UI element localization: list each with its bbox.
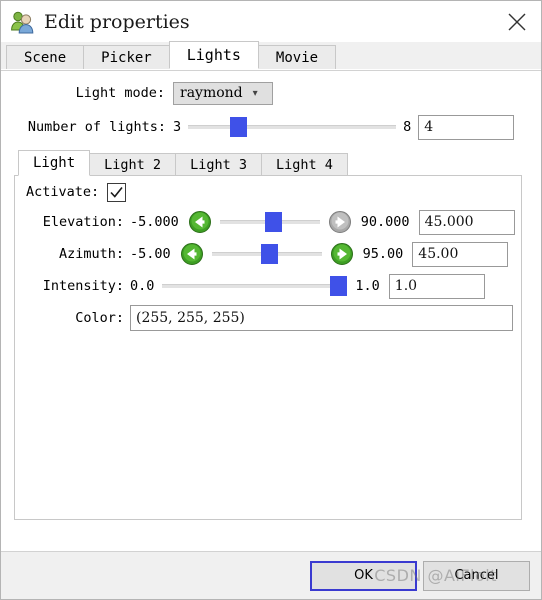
light-mode-label: Light mode: [75, 85, 165, 101]
azimuth-decrement-arrow-left-circle-icon[interactable] [180, 242, 204, 266]
slider-thumb[interactable] [330, 276, 348, 296]
number-of-lights-min: 3 [173, 119, 182, 135]
close-icon[interactable] [503, 9, 531, 35]
color-input[interactable]: (255, 255, 255) [130, 305, 513, 331]
checkmark-icon [110, 186, 123, 198]
tab-light-2[interactable]: Light 2 [89, 153, 177, 176]
elevation-slider[interactable] [219, 212, 320, 232]
title-bar: Edit properties [1, 1, 541, 42]
azimuth-max: 95.00 [362, 246, 404, 262]
activate-label: Activate: [26, 184, 100, 200]
number-of-lights-slider[interactable] [188, 117, 397, 137]
number-of-lights-max: 8 [403, 119, 412, 135]
edit-properties-dialog: Edit properties Scene Picker Lights Movi… [0, 0, 542, 600]
elevation-input[interactable]: 45.000 [418, 209, 515, 235]
tab-light-1[interactable]: Light [18, 150, 91, 176]
cancel-button[interactable]: Cancel [423, 560, 530, 591]
intensity-label: Intensity: [42, 278, 124, 294]
azimuth-slider[interactable] [211, 244, 322, 264]
azimuth-input[interactable]: 45.00 [412, 241, 509, 267]
slider-track [162, 284, 348, 288]
number-of-lights-row: Number of lights: 3 8 4 [1, 113, 541, 141]
tab-light-3[interactable]: Light 3 [175, 153, 262, 176]
elevation-row: Elevation: -5.000 90.000 45.000 [15, 206, 521, 238]
elevation-decrement-arrow-left-circle-icon[interactable] [188, 210, 212, 234]
main-tab-bar: Scene Picker Lights Movie [1, 41, 541, 70]
intensity-row: Intensity: 0.0 1.0 1.0 [15, 270, 521, 302]
activate-checkbox[interactable] [107, 182, 127, 202]
slider-thumb[interactable] [261, 244, 279, 264]
light-mode-row: Light mode: raymond ▾ [1, 79, 541, 107]
color-row: Color: (255, 255, 255) [15, 302, 521, 334]
slider-thumb[interactable] [229, 117, 247, 137]
elevation-increment-arrow-right-circle-icon[interactable] [328, 210, 352, 234]
elevation-min: -5.000 [130, 214, 179, 230]
slider-thumb[interactable] [264, 212, 282, 232]
intensity-input[interactable]: 1.0 [388, 273, 485, 299]
elevation-max: 90.000 [360, 214, 410, 230]
number-of-lights-label: Number of lights: [27, 119, 166, 135]
activate-row: Activate: [15, 178, 521, 206]
azimuth-label: Azimuth: [58, 246, 124, 262]
tab-movie[interactable]: Movie [257, 45, 337, 69]
chevron-down-icon: ▾ [252, 87, 258, 99]
light-tab-bar: Light Light 2 Light 3 Light 4 [14, 150, 522, 176]
intensity-min: 0.0 [130, 278, 155, 294]
azimuth-increment-arrow-right-circle-icon[interactable] [330, 242, 354, 266]
azimuth-min: -5.00 [130, 246, 171, 262]
number-of-lights-input[interactable]: 4 [418, 114, 515, 140]
window-title: Edit properties [44, 10, 190, 33]
intensity-max: 1.0 [355, 278, 380, 294]
azimuth-value: 45.00 [418, 246, 459, 262]
light-1-panel: Activate: Elevation: -5.000 90.000 45.00… [14, 175, 522, 520]
slider-track [188, 125, 397, 129]
azimuth-row: Azimuth: -5.00 95.00 45.00 [15, 238, 521, 270]
number-of-lights-value: 4 [424, 119, 434, 135]
users-icon [10, 10, 36, 34]
intensity-slider[interactable] [162, 276, 348, 296]
light-tabs-container: Light Light 2 Light 3 Light 4 Activate: [14, 150, 522, 520]
intensity-value: 1.0 [394, 278, 418, 294]
tab-scene[interactable]: Scene [6, 45, 85, 69]
lights-panel: Light mode: raymond ▾ Number of lights: … [1, 70, 541, 551]
elevation-label: Elevation: [42, 214, 124, 230]
color-value: (255, 255, 255) [136, 310, 245, 326]
elevation-value: 45.000 [424, 214, 474, 230]
light-mode-value: raymond [180, 85, 243, 101]
ok-button[interactable]: OK [310, 560, 417, 591]
color-label: Color: [75, 310, 124, 326]
tab-lights[interactable]: Lights [168, 41, 259, 69]
tab-picker[interactable]: Picker [83, 45, 170, 69]
light-mode-dropdown[interactable]: raymond ▾ [173, 81, 273, 105]
tab-light-4[interactable]: Light 4 [260, 153, 348, 176]
dialog-footer: OK Cancel CSDN @AiFlolt [1, 551, 541, 599]
